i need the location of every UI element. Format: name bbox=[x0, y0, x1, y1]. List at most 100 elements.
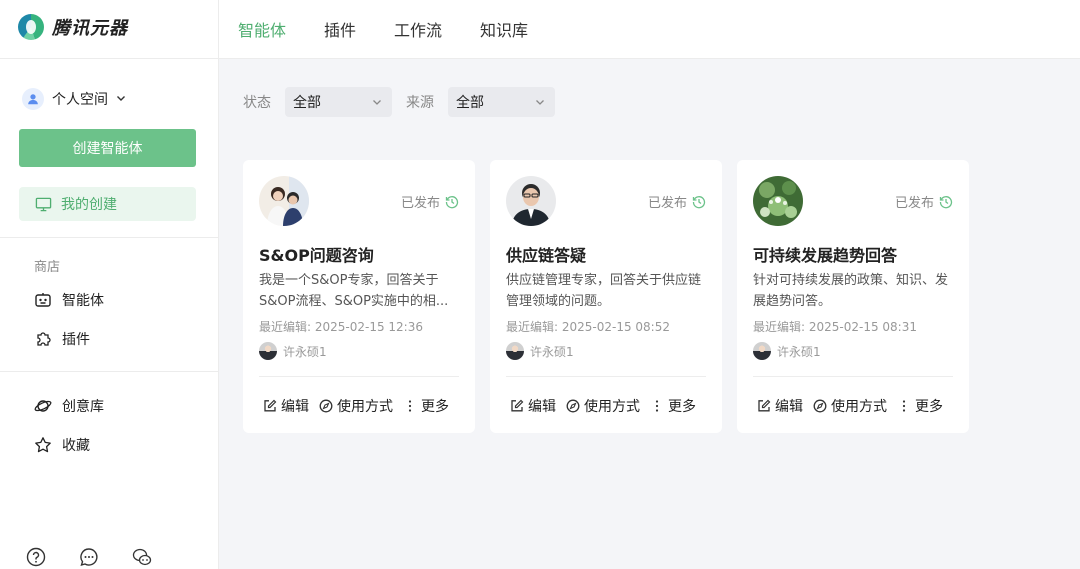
puzzle-icon bbox=[37, 332, 51, 346]
more-label: 更多 bbox=[668, 399, 696, 415]
space-label: 个人空间 bbox=[52, 92, 108, 108]
planet-icon bbox=[34, 400, 52, 412]
publish-status: 已发布 bbox=[648, 192, 706, 211]
agent-avatar bbox=[753, 176, 803, 226]
agent-card[interactable]: 已发布 可持续发展趋势回答 针对可持续发展的政策、知识、发展趋势问答。 最近编辑… bbox=[737, 160, 969, 433]
tab-plugins[interactable]: 插件 bbox=[324, 17, 356, 41]
source-filter-select[interactable]: 全部 bbox=[448, 87, 555, 117]
edit-button[interactable]: 编辑 bbox=[510, 396, 556, 416]
author: 许永硕1 bbox=[259, 342, 327, 360]
edit-button[interactable]: 编辑 bbox=[757, 396, 803, 416]
sidebar: 腾讯元器 个人空间 创建智能体 我的创建 商店 智能体 插件 创意库 收藏 bbox=[0, 0, 219, 569]
author-name: 许永硕1 bbox=[283, 344, 327, 359]
sidebar-item-agents[interactable]: 智能体 bbox=[34, 290, 104, 310]
edit-icon bbox=[264, 399, 277, 412]
author-avatar bbox=[753, 342, 771, 360]
sidebar-item-label: 插件 bbox=[62, 332, 90, 348]
publish-status: 已发布 bbox=[895, 192, 953, 211]
divider bbox=[0, 237, 219, 238]
last-edited: 最近编辑: 2025-02-15 08:52 bbox=[506, 320, 670, 334]
sidebar-item-ideas[interactable]: 创意库 bbox=[34, 396, 104, 416]
more-button[interactable]: 更多 bbox=[897, 396, 943, 416]
agent-title: 可持续发展趋势回答 bbox=[753, 246, 898, 265]
compass-icon bbox=[813, 399, 827, 413]
status-text: 已发布 bbox=[647, 196, 687, 211]
chevron-down-icon bbox=[536, 100, 544, 105]
divider bbox=[506, 376, 706, 377]
publish-status: 已发布 bbox=[401, 192, 459, 211]
status-text: 已发布 bbox=[894, 196, 934, 211]
sidebar-item-label: 收藏 bbox=[62, 438, 90, 454]
more-label: 更多 bbox=[421, 399, 449, 415]
star-icon bbox=[35, 437, 51, 453]
agent-avatar bbox=[506, 176, 556, 226]
compass-icon bbox=[566, 399, 580, 413]
sidebar-item-label: 智能体 bbox=[62, 293, 104, 309]
feedback-icon[interactable] bbox=[79, 547, 99, 567]
more-button[interactable]: 更多 bbox=[403, 396, 449, 416]
usage-button[interactable]: 使用方式 bbox=[813, 396, 887, 416]
sidebar-item-my-create[interactable]: 我的创建 bbox=[19, 187, 196, 221]
top-tabs: 智能体 插件 工作流 知识库 bbox=[219, 0, 1080, 59]
more-button[interactable]: 更多 bbox=[650, 396, 696, 416]
source-filter-label: 来源 bbox=[406, 95, 434, 111]
more-vertical-icon bbox=[902, 400, 906, 412]
author-name: 许永硕1 bbox=[530, 344, 574, 359]
agent-description: 我是一个S&OP专家，回答关于S&OP流程、S&OP实施中的相... bbox=[259, 273, 449, 309]
history-icon[interactable] bbox=[445, 195, 459, 209]
brand[interactable]: 腾讯元器 bbox=[18, 14, 128, 40]
agent-description: 供应链管理专家，回答关于供应链管理领域的问题。 bbox=[506, 273, 702, 309]
divider bbox=[0, 371, 219, 372]
edit-button[interactable]: 编辑 bbox=[263, 396, 309, 416]
agent-title: S&OP问题咨询 bbox=[259, 246, 374, 265]
wechat-icon[interactable] bbox=[132, 547, 152, 567]
tab-agents[interactable]: 智能体 bbox=[238, 17, 286, 41]
history-icon[interactable] bbox=[939, 195, 953, 209]
logo-icon bbox=[18, 14, 44, 40]
tab-workflows[interactable]: 工作流 bbox=[394, 17, 442, 41]
card-actions: 编辑 使用方式 更多 bbox=[263, 396, 449, 416]
last-edited: 最近编辑: 2025-02-15 12:36 bbox=[259, 320, 423, 334]
card-actions: 编辑 使用方式 更多 bbox=[757, 396, 943, 416]
last-edited: 最近编辑: 2025-02-15 08:31 bbox=[753, 320, 917, 334]
sidebar-item-favorites[interactable]: 收藏 bbox=[34, 435, 90, 455]
sidebar-item-label: 我的创建 bbox=[61, 197, 117, 213]
compass-icon bbox=[319, 399, 333, 413]
edit-label: 编辑 bbox=[775, 399, 803, 415]
tab-knowledge[interactable]: 知识库 bbox=[480, 17, 528, 41]
filter-bar: 状态 全部 来源 全部 bbox=[243, 87, 569, 117]
robot-icon bbox=[35, 293, 51, 307]
author-avatar bbox=[259, 342, 277, 360]
brand-name: 腾讯元器 bbox=[52, 18, 128, 39]
create-agent-button[interactable]: 创建智能体 bbox=[19, 129, 196, 167]
usage-label: 使用方式 bbox=[584, 399, 640, 415]
edit-icon bbox=[758, 399, 771, 412]
usage-button[interactable]: 使用方式 bbox=[566, 396, 640, 416]
usage-button[interactable]: 使用方式 bbox=[319, 396, 393, 416]
edit-label: 编辑 bbox=[528, 399, 556, 415]
agent-card[interactable]: 已发布 S&OP问题咨询 我是一个S&OP专家，回答关于S&OP流程、S&OP实… bbox=[243, 160, 475, 433]
author-avatar bbox=[506, 342, 524, 360]
history-icon[interactable] bbox=[692, 195, 706, 209]
divider bbox=[753, 376, 953, 377]
user-icon bbox=[22, 88, 44, 110]
status-filter-select[interactable]: 全部 bbox=[285, 87, 392, 117]
agent-title: 供应链答疑 bbox=[506, 246, 587, 265]
agent-card[interactable]: 已发布 供应链答疑 供应链管理专家，回答关于供应链管理领域的问题。 最近编辑: … bbox=[490, 160, 722, 433]
space-selector[interactable]: 个人空间 bbox=[22, 88, 126, 110]
sidebar-item-label: 创意库 bbox=[62, 399, 104, 415]
source-filter-value: 全部 bbox=[456, 95, 484, 111]
monitor-icon bbox=[35, 197, 52, 211]
divider bbox=[0, 58, 219, 59]
author-name: 许永硕1 bbox=[777, 344, 821, 359]
card-actions: 编辑 使用方式 更多 bbox=[510, 396, 696, 416]
store-section-label: 商店 bbox=[34, 260, 61, 275]
more-vertical-icon bbox=[655, 400, 659, 412]
status-filter-label: 状态 bbox=[243, 95, 271, 111]
more-label: 更多 bbox=[915, 399, 943, 415]
help-icon[interactable] bbox=[26, 547, 46, 567]
divider bbox=[259, 376, 459, 377]
agent-description: 针对可持续发展的政策、知识、发展趋势问答。 bbox=[753, 273, 949, 309]
status-filter-value: 全部 bbox=[293, 95, 321, 111]
sidebar-item-plugins[interactable]: 插件 bbox=[34, 329, 90, 349]
